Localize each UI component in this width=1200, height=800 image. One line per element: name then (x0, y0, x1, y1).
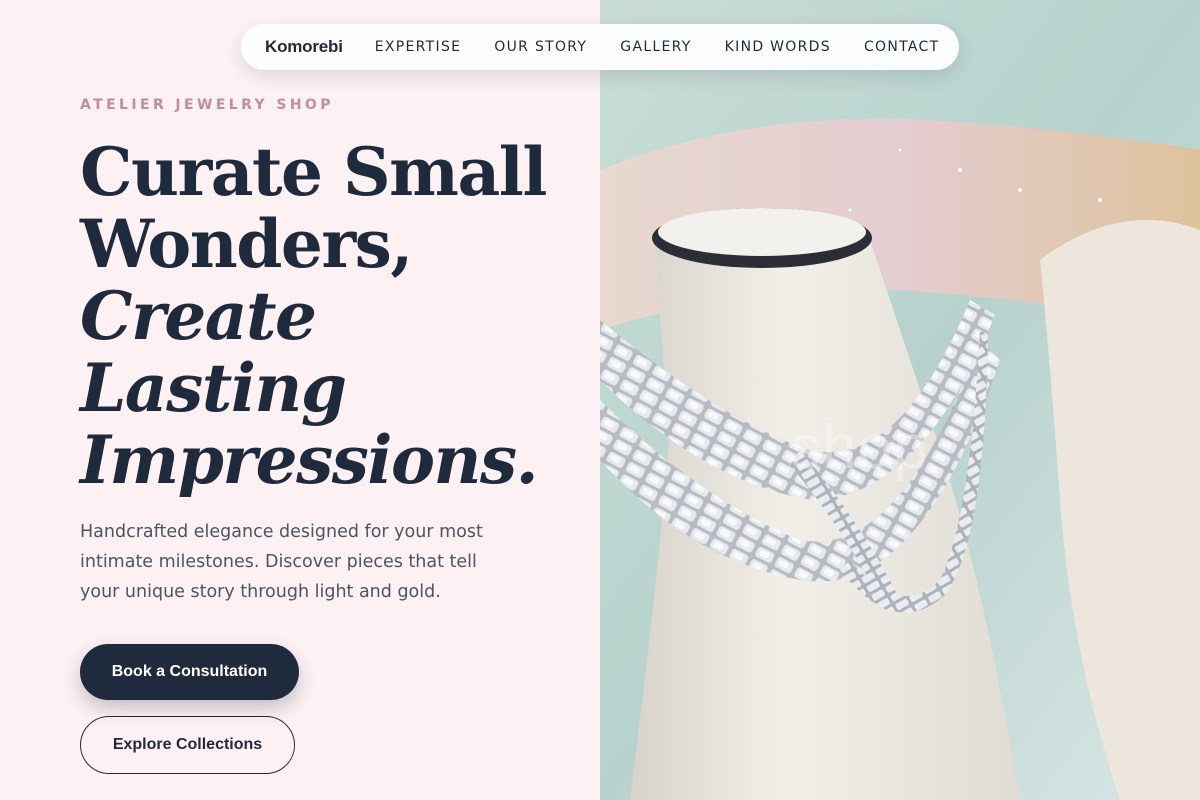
image-watermark: shop (790, 413, 929, 482)
headline-line-2: Wonders, (80, 205, 413, 283)
headline-line-5: Impressions. (80, 421, 539, 499)
nav-item-our-story[interactable]: OUR STORY (494, 39, 587, 55)
headline-line-4: Lasting (80, 349, 347, 427)
necklace-display-photo (600, 0, 1200, 800)
eyebrow-label: ATELIER JEWELRY SHOP (80, 97, 334, 113)
top-navigation: Komorebi EXPERTISE OUR STORY GALLERY KIN… (241, 24, 959, 70)
nav-item-expertise[interactable]: EXPERTISE (375, 39, 462, 55)
headline-line-3: Create (80, 277, 317, 355)
book-consultation-button[interactable]: Book a Consultation (80, 644, 299, 700)
nav-item-contact[interactable]: CONTACT (864, 39, 940, 55)
hero-headline: Curate Small Wonders, Create Lasting Imp… (80, 133, 547, 499)
hero-description: Handcrafted elegance designed for your m… (80, 522, 483, 602)
headline-line-1: Curate Small (80, 133, 547, 211)
nav-item-gallery[interactable]: GALLERY (620, 39, 691, 55)
nav-item-kind-words[interactable]: KIND WORDS (725, 39, 831, 55)
hero-image-panel (600, 0, 1200, 800)
brand-logo[interactable]: Komorebi (265, 37, 343, 57)
explore-collections-button[interactable]: Explore Collections (80, 716, 295, 774)
